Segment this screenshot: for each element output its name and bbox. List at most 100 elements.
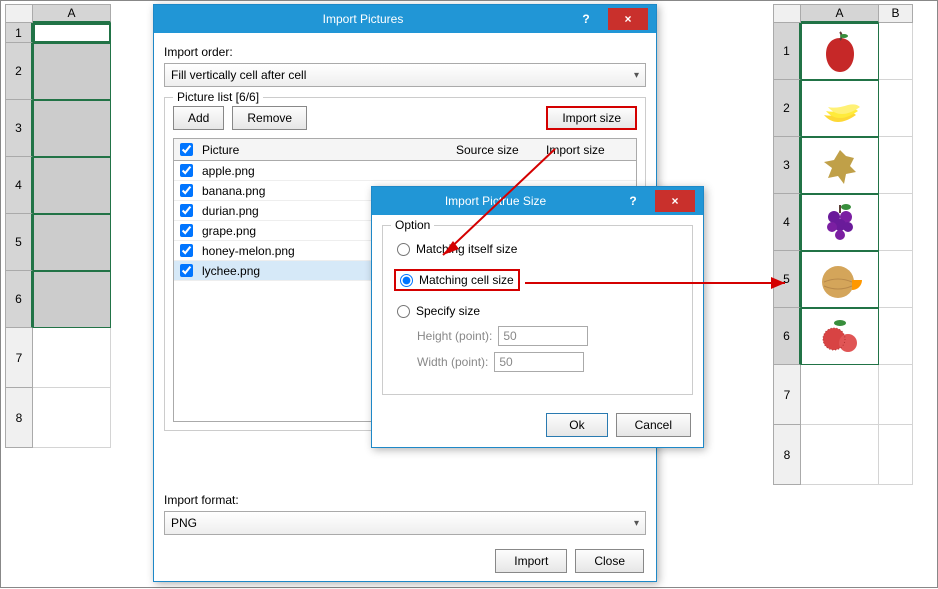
col-source-size[interactable]: Source size [456,143,546,157]
width-label: Width (point): [417,355,488,369]
table-row[interactable]: apple.png [174,161,636,181]
help-button[interactable]: ? [613,190,653,212]
cell[interactable] [879,251,913,308]
cell[interactable] [879,308,913,365]
row-header[interactable]: 4 [5,157,33,214]
row-header[interactable]: 5 [773,251,801,308]
row-checkbox[interactable] [180,184,193,197]
import-order-select[interactable]: Fill vertically cell after cell ▾ [164,63,646,87]
row-header[interactable]: 6 [5,271,33,328]
cell[interactable] [33,157,111,214]
row-checkbox[interactable] [180,244,193,257]
cell[interactable] [801,80,879,137]
cell[interactable] [33,214,111,271]
remove-button[interactable]: Remove [232,106,307,130]
cell[interactable] [801,308,879,365]
row-header[interactable]: 1 [5,23,33,43]
close-icon[interactable]: × [655,190,695,212]
row-header[interactable]: 7 [5,328,33,388]
cancel-button[interactable]: Cancel [616,413,691,437]
select-value: PNG [171,516,197,530]
import-size-button[interactable]: Import size [546,106,637,130]
cell[interactable] [33,43,111,100]
row-header[interactable]: 2 [5,43,33,100]
select-all-checkbox[interactable] [180,143,193,156]
import-picture-size-dialog: Import Pictrue Size ? × Option Matching … [371,186,704,448]
row-header[interactable]: 4 [773,194,801,251]
cell[interactable] [801,251,879,308]
chevron-down-icon: ▾ [634,70,639,81]
spreadsheet-left: A 1 2 3 4 5 6 7 8 [5,4,145,448]
option-group: Option Matching itself size Matching cel… [382,225,693,395]
import-format-select[interactable]: PNG ▾ [164,511,646,535]
lychee-icon [802,309,878,364]
import-order-label: Import order: [164,45,646,59]
option-itself-size[interactable]: Matching itself size [397,242,684,256]
dialog-title: Import Pictures [162,12,564,26]
row-header[interactable]: 3 [773,137,801,194]
apple-icon [802,24,878,79]
width-input[interactable] [494,352,584,372]
col-picture[interactable]: Picture [198,143,456,157]
chevron-down-icon: ▾ [634,518,639,529]
radio-cell[interactable] [400,274,413,287]
banana-icon [802,81,878,136]
grape-icon [802,195,878,250]
row-header[interactable]: 1 [773,23,801,80]
cell[interactable] [801,23,879,80]
cell[interactable] [801,365,879,425]
option-legend: Option [391,218,434,232]
height-input[interactable] [498,326,588,346]
row-header[interactable]: 8 [773,425,801,485]
row-header[interactable]: 3 [5,100,33,157]
row-checkbox[interactable] [180,204,193,217]
dialog-title: Import Pictrue Size [380,194,611,208]
cell[interactable] [33,388,111,448]
select-all-corner[interactable] [5,4,33,23]
titlebar[interactable]: Import Pictrue Size ? × [372,187,703,215]
row-checkbox[interactable] [180,264,193,277]
cell[interactable] [33,23,111,43]
titlebar[interactable]: Import Pictures ? × [154,5,656,33]
radio-specify[interactable] [397,305,410,318]
row-header[interactable]: 5 [5,214,33,271]
select-all-corner[interactable] [773,4,801,23]
ok-button[interactable]: Ok [546,413,607,437]
import-format-label: Import format: [164,493,646,507]
row-header[interactable]: 7 [773,365,801,425]
cell[interactable] [33,100,111,157]
radio-itself[interactable] [397,243,410,256]
row-header[interactable]: 8 [5,388,33,448]
close-icon[interactable]: × [608,8,648,30]
cell[interactable] [879,80,913,137]
cell[interactable] [801,137,879,194]
option-specify-size[interactable]: Specify size [397,304,684,318]
row-header[interactable]: 2 [773,80,801,137]
help-button[interactable]: ? [566,8,606,30]
cell[interactable] [879,194,913,251]
col-header-b[interactable]: B [879,4,913,23]
import-button[interactable]: Import [495,549,567,573]
col-header-a[interactable]: A [33,4,111,23]
cell[interactable] [33,328,111,388]
spreadsheet-right: A B 1 2 3 4 5 6 7 8 [773,4,933,485]
select-value: Fill vertically cell after cell [171,68,306,82]
picture-list-legend: Picture list [6/6] [173,90,263,104]
cell[interactable] [879,425,913,485]
cell[interactable] [33,271,111,328]
cell[interactable] [879,365,913,425]
cell[interactable] [879,137,913,194]
row-checkbox[interactable] [180,224,193,237]
cell[interactable] [801,425,879,485]
close-button[interactable]: Close [575,549,644,573]
row-checkbox[interactable] [180,164,193,177]
cell[interactable] [801,194,879,251]
row-header[interactable]: 6 [773,308,801,365]
durian-icon [802,138,878,193]
add-button[interactable]: Add [173,106,224,130]
col-import-size[interactable]: Import size [546,143,636,157]
cell[interactable] [879,23,913,80]
col-header-a[interactable]: A [801,4,879,23]
height-label: Height (point): [417,329,492,343]
option-cell-size[interactable]: Matching cell size [397,272,517,288]
